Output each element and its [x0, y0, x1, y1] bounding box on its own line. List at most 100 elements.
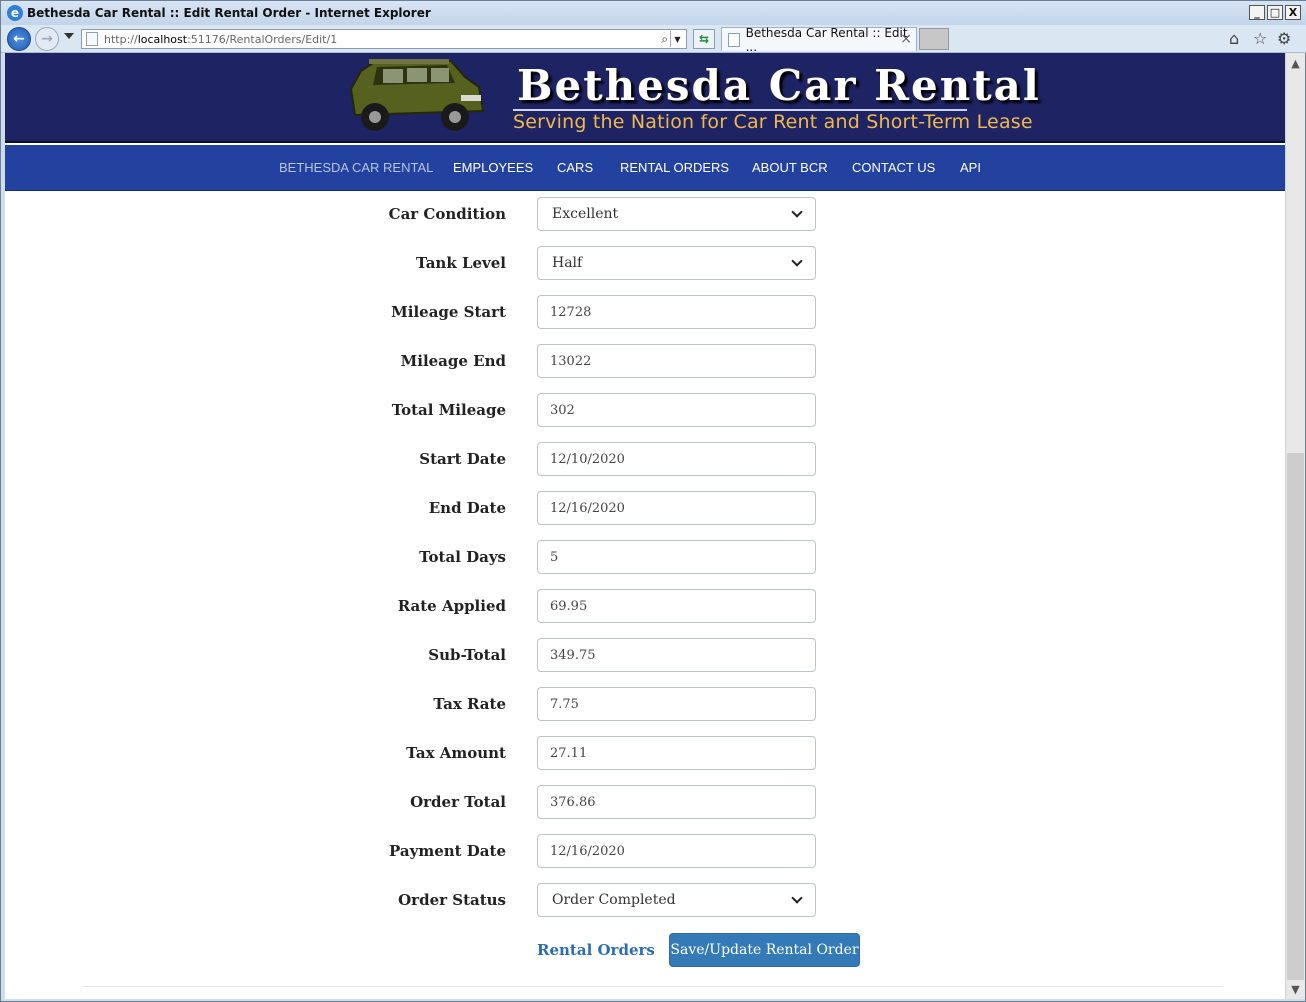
form-row: Tax Amount 27.11 — [5, 736, 1285, 770]
order-status-label: Order Status — [398, 891, 506, 909]
internet-explorer-icon: e — [7, 5, 23, 21]
save-update-button[interactable]: Save/Update Rental Order — [669, 933, 860, 967]
payment-date-label: Payment Date — [389, 842, 506, 860]
url-scheme: http:// — [104, 32, 138, 46]
window-title: Bethesda Car Rental :: Edit Rental Order… — [27, 6, 431, 20]
nav-cars-link[interactable]: CARS — [557, 160, 593, 175]
tax-amount-input[interactable]: 27.11 — [537, 736, 816, 770]
nav-rental-orders-link[interactable]: RENTAL ORDERS — [620, 160, 729, 175]
form-row: Total Days 5 — [5, 540, 1285, 574]
page-viewport: Bethesda Car Rental Serving the Nation f… — [5, 53, 1285, 999]
form-row: Order Total 376.86 — [5, 785, 1285, 819]
end-date-label: End Date — [428, 499, 506, 517]
end-date-input[interactable]: 12/16/2020 — [537, 491, 816, 525]
chevron-down-icon — [791, 255, 803, 267]
nav-about-link[interactable]: ABOUT BCR — [752, 160, 828, 175]
total-days-input[interactable]: 5 — [537, 540, 816, 574]
vertical-scrollbar[interactable]: ▲ ▼ — [1285, 53, 1305, 999]
scroll-thumb[interactable] — [1287, 453, 1304, 980]
favorites-star-icon[interactable]: ☆ — [1253, 29, 1267, 48]
scroll-down-icon[interactable]: ▼ — [1286, 979, 1305, 999]
page-icon — [86, 32, 98, 46]
form-row: Total Mileage 302 — [5, 393, 1285, 427]
form-row: Mileage End 13022 — [5, 344, 1285, 378]
maximize-button[interactable]: □ — [1267, 5, 1283, 20]
minimize-button[interactable]: _ — [1249, 5, 1265, 20]
total-mileage-label: Total Mileage — [391, 401, 506, 419]
form-row: Order Status Order Completed — [5, 883, 1285, 917]
tax-amount-label: Tax Amount — [406, 744, 506, 762]
payment-date-input[interactable]: 12/16/2020 — [537, 834, 816, 868]
chevron-down-icon — [791, 206, 803, 218]
tank-level-selected-value: Half — [552, 255, 583, 271]
form-row: Tax Rate 7.75 — [5, 687, 1285, 721]
arrow-right-icon: → — [41, 31, 53, 47]
start-date-input[interactable]: 12/10/2020 — [537, 442, 816, 476]
address-bar[interactable]: http://localhost:51176/RentalOrders/Edit… — [81, 29, 687, 49]
browser-window: e Bethesda Car Rental :: Edit Rental Ord… — [0, 0, 1306, 1002]
order-total-label: Order Total — [410, 793, 506, 811]
chevron-down-icon — [791, 892, 803, 904]
total-days-label: Total Days — [419, 548, 506, 566]
url-host: localhost — [137, 32, 188, 46]
back-button[interactable]: ← — [7, 27, 31, 51]
scroll-up-icon[interactable]: ▲ — [1286, 53, 1305, 73]
tax-rate-label: Tax Rate — [433, 695, 506, 713]
form-row: Rate Applied 69.95 — [5, 589, 1285, 623]
search-icon[interactable]: ⌕ — [661, 32, 668, 47]
footer-divider — [83, 986, 1223, 987]
start-date-label: Start Date — [419, 450, 506, 468]
refresh-icon: ⇆ — [698, 32, 710, 46]
site-header: Bethesda Car Rental Serving the Nation f… — [5, 53, 1285, 143]
nav-contact-link[interactable]: CONTACT US — [852, 160, 935, 175]
car-condition-label: Car Condition — [388, 205, 506, 223]
rate-applied-input[interactable]: 69.95 — [537, 589, 816, 623]
form-row: Payment Date 12/16/2020 — [5, 834, 1285, 868]
car-condition-selected-value: Excellent — [552, 206, 619, 222]
total-mileage-input[interactable]: 302 — [537, 393, 816, 427]
close-button[interactable]: X — [1285, 5, 1301, 20]
rental-orders-link[interactable]: Rental Orders — [537, 941, 655, 959]
url-path: :51176/RentalOrders/Edit/1 — [187, 32, 338, 46]
tab-page-icon — [728, 32, 740, 47]
home-icon[interactable]: ⌂ — [1229, 29, 1239, 48]
order-total-input[interactable]: 376.86 — [537, 785, 816, 819]
nav-employees-link[interactable]: EMPLOYEES — [453, 160, 533, 175]
title-bar: e Bethesda Car Rental :: Edit Rental Ord… — [1, 1, 1306, 25]
site-tagline: Serving the Nation for Car Rent and Shor… — [513, 111, 1033, 133]
form-row: End Date 12/16/2020 — [5, 491, 1285, 525]
order-status-select[interactable]: Order Completed — [537, 883, 816, 917]
nav-api-link[interactable]: API — [960, 160, 981, 175]
sub-total-label: Sub-Total — [428, 646, 506, 664]
forward-button[interactable]: → — [35, 27, 59, 51]
nav-brand-link[interactable]: BETHESDA CAR RENTAL — [279, 160, 433, 175]
form-row: Start Date 12/10/2020 — [5, 442, 1285, 476]
browser-toolbar: ← → http://localhost:51176/RentalOrders/… — [1, 25, 1306, 54]
refresh-button[interactable]: ⇆ — [693, 29, 715, 49]
form-row: Mileage Start 12728 — [5, 295, 1285, 329]
history-dropdown-icon[interactable] — [64, 33, 74, 39]
new-tab-button[interactable] — [919, 28, 949, 50]
rate-applied-label: Rate Applied — [397, 597, 506, 615]
arrow-left-icon: ← — [13, 31, 25, 47]
gear-icon[interactable]: ⚙ — [1277, 29, 1291, 48]
site-navigation: BETHESDA CAR RENTAL EMPLOYEES CARS RENTA… — [5, 145, 1285, 191]
tab-title: Bethesda Car Rental :: Edit ... — [745, 25, 908, 54]
tax-rate-input[interactable]: 7.75 — [537, 687, 816, 721]
car-logo-image — [349, 59, 485, 131]
car-condition-select[interactable]: Excellent — [537, 197, 816, 231]
order-status-selected-value: Order Completed — [552, 892, 676, 908]
mileage-end-input[interactable]: 13022 — [537, 344, 816, 378]
browser-tab[interactable]: Bethesda Car Rental :: Edit ... × — [721, 25, 917, 54]
tank-level-label: Tank Level — [415, 254, 506, 272]
mileage-start-label: Mileage Start — [391, 303, 506, 321]
tab-close-icon[interactable]: × — [900, 31, 912, 47]
site-title: Bethesda Car Rental — [517, 61, 1041, 110]
mileage-end-label: Mileage End — [400, 352, 506, 370]
address-dropdown-icon[interactable]: ▼ — [670, 31, 684, 47]
mileage-start-input[interactable]: 12728 — [537, 295, 816, 329]
sub-total-input[interactable]: 349.75 — [537, 638, 816, 672]
form-row: Tank Level Half — [5, 246, 1285, 280]
tank-level-select[interactable]: Half — [537, 246, 816, 280]
form-row: Sub-Total 349.75 — [5, 638, 1285, 672]
